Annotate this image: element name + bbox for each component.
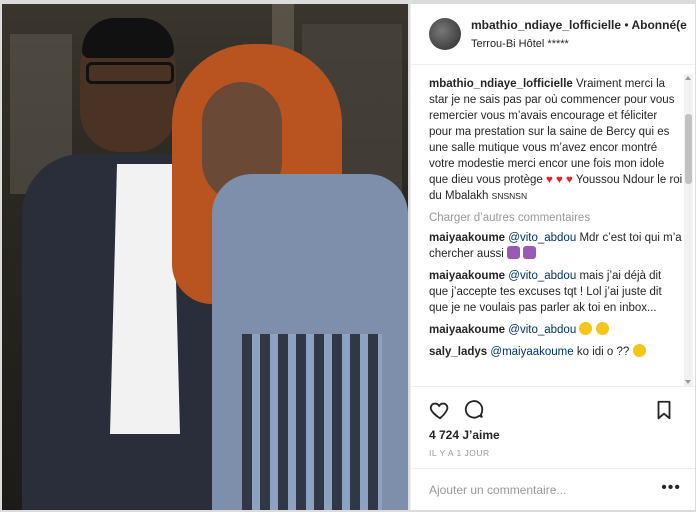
post-side-panel: mbathio_ndiaye_lofficielle • Abonné(e Te…	[410, 4, 695, 510]
glasses	[86, 62, 174, 84]
bookmark-icon[interactable]	[653, 399, 675, 421]
comment: saly_ladys @maiyaakoume ko idi o ??	[429, 344, 683, 360]
comment-username[interactable]: maiyaakoume	[429, 270, 505, 282]
follow-button[interactable]: Abonné(e	[631, 18, 686, 32]
scroll-down-icon[interactable]	[685, 380, 691, 384]
comment: maiyaakoume @vito_abdou	[429, 322, 683, 338]
comment-username[interactable]: maiyaakoume	[429, 324, 505, 336]
caption-text: Vraiment merci la star je ne sais pas pa…	[429, 78, 675, 186]
dress-stripes	[242, 334, 382, 510]
comment-icon[interactable]	[463, 399, 485, 421]
scroll-thumb[interactable]	[685, 114, 692, 184]
caption: mbathio_ndiaye_lofficielle Vraiment merc…	[429, 76, 683, 204]
action-bar	[411, 386, 695, 433]
hearts-emoji: ♥ ♥ ♥	[546, 174, 573, 186]
add-comment-bar: Ajouter un commentaire... •••	[411, 468, 695, 511]
header-line: mbathio_ndiaye_lofficielle • Abonné(e	[471, 18, 691, 32]
post-photo[interactable]	[2, 4, 408, 510]
comment-text: ko idi o ??	[576, 346, 630, 358]
man-hair	[82, 18, 174, 58]
post-window: mbathio_ndiaye_lofficielle • Abonné(e Te…	[0, 0, 696, 512]
post-header: mbathio_ndiaye_lofficielle • Abonné(e Te…	[411, 4, 695, 65]
face-emoji-icon	[595, 322, 609, 335]
face-emoji-icon	[632, 344, 646, 357]
post-time: IL Y A 1 JOUR	[429, 448, 490, 458]
comments-scrollbar[interactable]	[684, 74, 693, 386]
header-separator: •	[624, 18, 629, 32]
face-emoji-icon	[579, 322, 593, 335]
comment-username[interactable]: saly_ladys	[429, 346, 487, 358]
comment-mention[interactable]: @vito_abdou	[508, 324, 576, 336]
add-comment-input[interactable]: Ajouter un commentaire...	[429, 483, 566, 497]
comment-mention[interactable]: @vito_abdou	[508, 270, 576, 282]
comment: maiyaakoume @vito_abdou Mdr c’est toi qu…	[429, 230, 683, 262]
comment-mention[interactable]: @maiyaakoume	[490, 346, 573, 358]
comment: maiyaakoume @vito_abdou mais j’ai déjà d…	[429, 268, 683, 316]
like-count[interactable]: 4 724 J’aime	[429, 428, 500, 442]
comments-list: mbathio_ndiaye_lofficielle Vraiment merc…	[411, 64, 683, 386]
scroll-up-icon[interactable]	[685, 76, 691, 80]
person-emoji-icon	[507, 246, 520, 259]
more-options-icon[interactable]: •••	[661, 479, 681, 497]
load-more-comments[interactable]: Charger d’autres commentaires	[429, 212, 683, 224]
header-username[interactable]: mbathio_ndiaye_lofficielle	[471, 18, 621, 32]
person-emoji-icon	[523, 246, 537, 259]
caption-username[interactable]: mbathio_ndiaye_lofficielle	[429, 78, 573, 90]
location-link[interactable]: Terrou-Bi Hôtel *****	[471, 38, 569, 50]
heart-icon[interactable]	[429, 399, 451, 421]
man-shirt	[110, 164, 180, 434]
comment-username[interactable]: maiyaakoume	[429, 232, 505, 244]
avatar[interactable]	[429, 18, 461, 50]
caption-suffix: SNSNSN	[491, 191, 528, 201]
comment-mention[interactable]: @vito_abdou	[508, 232, 576, 244]
